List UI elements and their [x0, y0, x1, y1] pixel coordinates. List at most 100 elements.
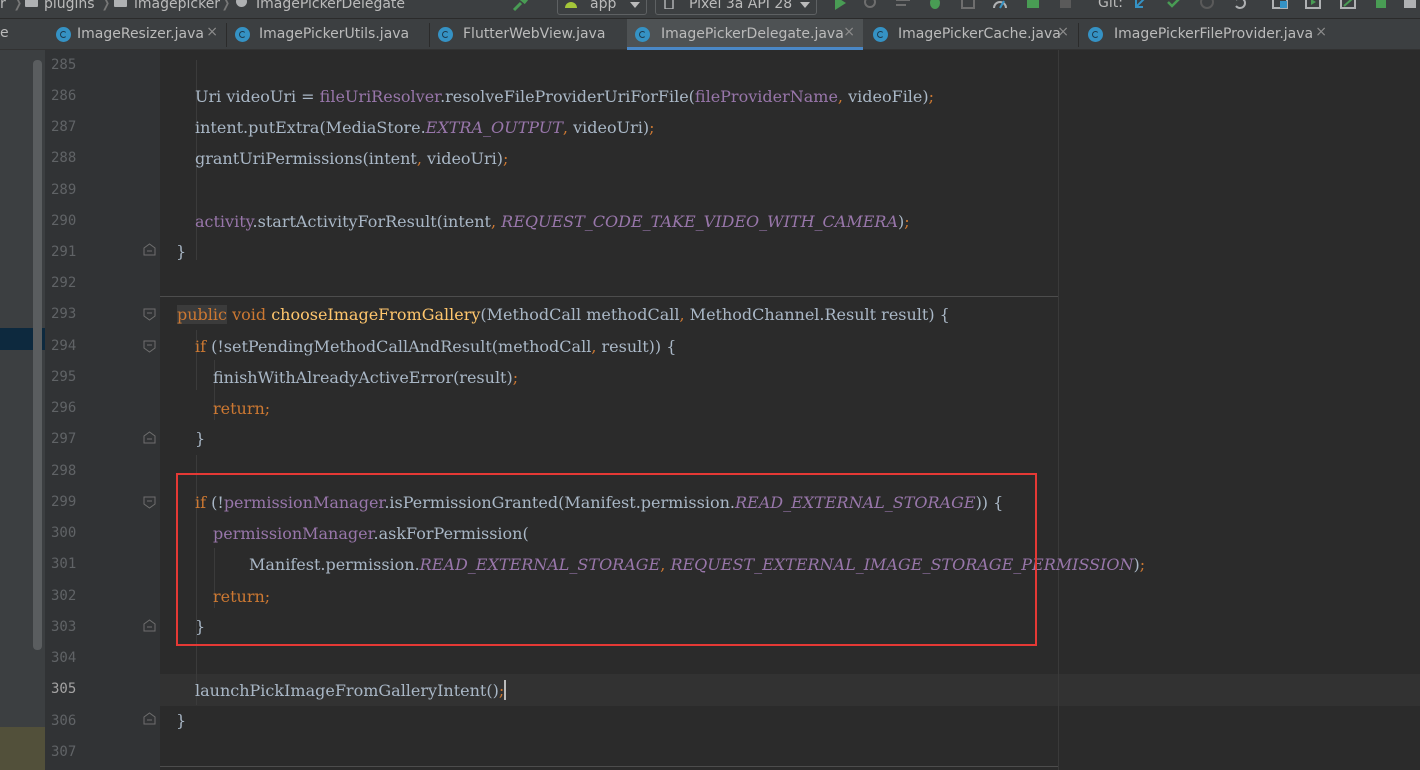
fold-start-icon[interactable]: [143, 496, 156, 509]
editor-tab-bar: e ImageResizer.java × ImagePickerUtils.j…: [0, 19, 1420, 50]
code-line-305[interactable]: launchPickImageFromGalleryIntent();: [195, 680, 507, 700]
project-tool-window[interactable]: [0, 50, 45, 770]
code-line-306[interactable]: }: [176, 711, 186, 730]
java-class-icon: [635, 27, 650, 42]
profile-icon[interactable]: [960, 0, 976, 12]
fold-end-icon[interactable]: [143, 712, 156, 725]
navigation-bar: r ❭ plugins ❭ imagepicker ❭ ImagePickerD…: [0, 0, 1420, 18]
tab-label: FlutterWebView.java: [463, 26, 606, 42]
current-line-number: 305: [51, 681, 77, 697]
breadcrumb-separator: ❭: [220, 0, 232, 11]
tree-row-highlight[interactable]: [0, 727, 45, 770]
tab-imageresizer[interactable]: ImageResizer.java ×: [48, 19, 226, 50]
layout-icon[interactable]: [1272, 0, 1288, 12]
chevron-down-icon: [800, 2, 810, 8]
folder-icon: [114, 0, 127, 7]
fold-start-icon[interactable]: [143, 308, 156, 321]
line-number: 291: [51, 244, 77, 260]
debug-icon[interactable]: [927, 0, 943, 12]
code-line-293[interactable]: public void chooseImageFromGallery(Metho…: [177, 305, 950, 324]
method-separator: [160, 296, 1058, 297]
line-number: 294: [51, 338, 77, 354]
line-number: 301: [51, 556, 77, 572]
java-class-icon: [235, 27, 250, 42]
code-line-297[interactable]: }: [195, 429, 205, 448]
attach-icon[interactable]: [992, 0, 1008, 12]
tab-flutterwebview[interactable]: FlutterWebView.java: [430, 19, 627, 50]
apply-changes-icon[interactable]: [895, 0, 911, 12]
run-configuration-select[interactable]: app: [557, 0, 647, 15]
code-line-294[interactable]: if (!setPendingMethodCallAndResult(metho…: [195, 337, 676, 356]
line-number: 297: [51, 431, 77, 447]
tab-label: ImagePickerDelegate.java: [661, 26, 844, 42]
hammer-icon[interactable]: [512, 0, 528, 12]
line-number: 290: [51, 213, 77, 229]
line-number: 286: [51, 88, 77, 104]
line-number: 304: [51, 650, 77, 666]
line-number: 302: [51, 588, 77, 604]
sdk-manager-icon[interactable]: [1340, 0, 1356, 12]
code-line-290[interactable]: activity.startActivityForResult(intent, …: [195, 212, 910, 231]
code-line-295[interactable]: finishWithAlreadyActiveError(result);: [213, 368, 518, 387]
fold-start-icon[interactable]: [143, 340, 156, 353]
device-label: Pixel 3a API 28: [689, 0, 793, 12]
emulator-icon[interactable]: [1305, 0, 1321, 12]
line-number: 307: [51, 744, 77, 760]
tab-label: ImagePickerCache.java: [898, 26, 1061, 42]
right-margin-guide: [1058, 50, 1059, 770]
git-commit-icon[interactable]: [1166, 0, 1182, 12]
annotation-highlight-box: [176, 473, 1037, 646]
tab-imagepickerdelegate[interactable]: ImagePickerDelegate.java ×: [627, 19, 863, 50]
tabs-overflow-indicator[interactable]: e: [0, 25, 9, 41]
close-icon[interactable]: ×: [1057, 24, 1069, 40]
breadcrumb-item-current[interactable]: ImagePickerDelegate: [256, 0, 405, 12]
java-class-icon: [873, 27, 888, 42]
code-line-287[interactable]: intent.putExtra(MediaStore.EXTRA_OUTPUT,…: [195, 118, 654, 137]
line-number: 292: [51, 275, 77, 291]
tab-separator: [1078, 23, 1079, 47]
tab-imagepickercache[interactable]: ImagePickerCache.java ×: [865, 19, 1077, 50]
project-scrollbar[interactable]: [33, 60, 42, 650]
java-class-icon: [56, 27, 71, 42]
fold-end-icon[interactable]: [143, 431, 156, 444]
line-number: 295: [51, 369, 77, 385]
tab-label: ImagePickerUtils.java: [259, 26, 410, 42]
line-number: 303: [51, 619, 77, 635]
rerun-icon[interactable]: [862, 0, 878, 12]
fold-end-icon[interactable]: [143, 619, 156, 632]
code-line-286[interactable]: Uri videoUri = fileUriResolver.resolveFi…: [195, 87, 934, 106]
breadcrumb-item-imagepicker[interactable]: imagepicker: [134, 0, 220, 12]
breadcrumb-item[interactable]: r: [0, 0, 6, 12]
device-select[interactable]: Pixel 3a API 28: [655, 0, 817, 15]
breadcrumb-separator: ❭: [12, 0, 24, 11]
line-number: 287: [51, 119, 77, 135]
run-icon[interactable]: [832, 0, 848, 12]
line-number: 299: [51, 494, 77, 510]
fold-end-icon[interactable]: [143, 243, 156, 256]
chevron-down-icon: [630, 2, 640, 8]
stop-icon[interactable]: [1058, 0, 1074, 12]
folder-icon: [25, 0, 38, 7]
tab-label: ImageResizer.java: [77, 26, 204, 42]
git-rollback-icon[interactable]: [1232, 0, 1248, 12]
close-icon[interactable]: ×: [206, 24, 218, 40]
code-line-288[interactable]: grantUriPermissions(intent, videoUri);: [195, 149, 508, 168]
tab-imagepickerfileprovider[interactable]: ImagePickerFileProvider.java ×: [1080, 19, 1335, 50]
line-number: 298: [51, 463, 77, 479]
line-number: 288: [51, 150, 77, 166]
close-icon[interactable]: ×: [843, 24, 855, 40]
breadcrumb-item-plugins[interactable]: plugins: [44, 0, 95, 12]
code-line-296[interactable]: return;: [213, 399, 270, 418]
run-configuration-label: app: [590, 0, 617, 12]
java-class-icon: [438, 27, 453, 42]
java-class-icon: [1088, 27, 1103, 42]
avd-manager-icon[interactable]: [1373, 0, 1389, 12]
git-update-icon[interactable]: [1133, 0, 1149, 12]
android-device-icon[interactable]: [1025, 0, 1041, 12]
device-manager-icon[interactable]: [1403, 0, 1419, 12]
close-icon[interactable]: ×: [1315, 24, 1327, 40]
android-icon: [565, 2, 577, 8]
code-line-291[interactable]: }: [176, 242, 186, 261]
tab-imagepickerutils[interactable]: ImagePickerUtils.java: [227, 19, 429, 50]
git-history-icon[interactable]: [1199, 0, 1215, 12]
